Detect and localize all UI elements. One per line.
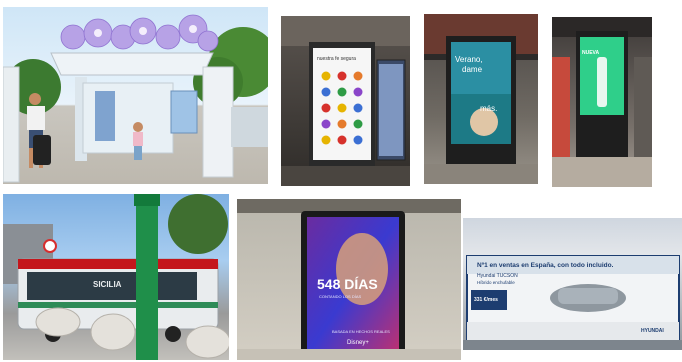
ad-line-3: más. <box>480 104 498 113</box>
ad-panel-scene <box>281 16 410 186</box>
ad-title: 548 DÍAS <box>317 276 378 292</box>
image-bus-shelter[interactable] <box>3 7 268 184</box>
image-bus-street[interactable]: SICILIA <box>3 194 229 360</box>
flower-decoration <box>60 14 219 52</box>
metro-ad-scene <box>552 17 652 187</box>
street-scene <box>3 194 229 360</box>
ad-brand: Disney+ <box>347 340 369 346</box>
bus-shelter-scene <box>3 14 268 183</box>
ad-brand: HYUNDAI <box>641 328 664 334</box>
ad-tagline: BASADA EN HECHOS REALES <box>332 329 390 334</box>
bus-destination-text: SICILIA <box>93 280 122 289</box>
ad-label: NUEVA <box>582 50 600 56</box>
ad-model: Hyundai TUCSON <box>477 273 518 279</box>
ad-price: 331 €/mes <box>474 297 498 303</box>
ad-line-1: Verano, <box>455 55 483 64</box>
image-bottle-ad[interactable]: NUEVA <box>552 17 652 187</box>
ad-line-2: dame <box>462 65 483 74</box>
image-verano-ad[interactable]: Verano, dame más. <box>424 14 538 184</box>
station-ad-scene <box>424 14 538 184</box>
image-colorful-ad-panel[interactable]: nuestra fe segura <box>281 16 410 186</box>
image-hyundai-billboard[interactable]: Nº1 en ventas en España, con todo inclui… <box>463 218 682 350</box>
ad-subtitle: CONTANDO LOS DÍAS <box>319 294 362 299</box>
image-disney-ad[interactable]: 548 DÍAS CONTANDO LOS DÍAS BASADA EN HEC… <box>237 199 461 360</box>
ad-headline: Nº1 en ventas en España, con todo inclui… <box>477 262 614 269</box>
ad-sub: Híbrido enchufable <box>477 280 515 285</box>
ad-headline: nuestra fe segura <box>317 56 356 62</box>
